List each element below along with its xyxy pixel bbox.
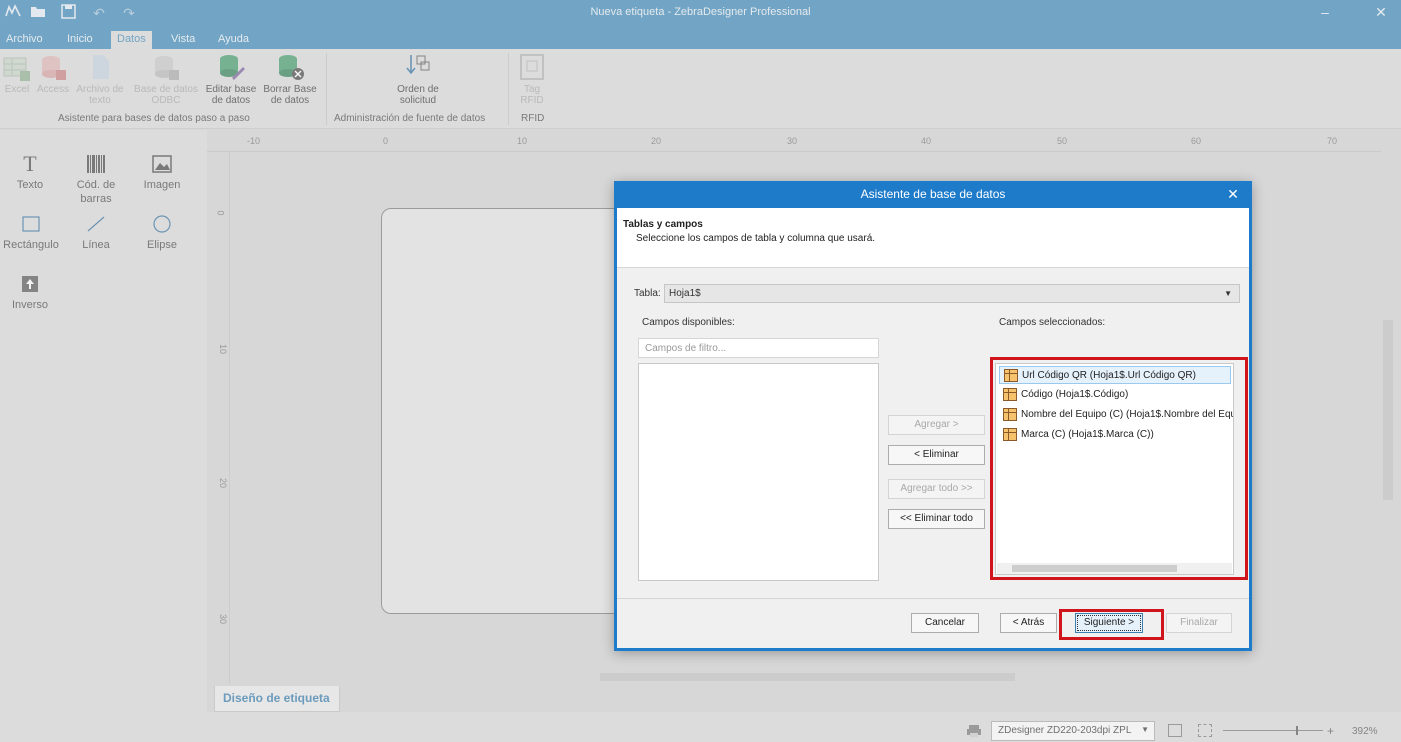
table-label: Tabla: — [634, 288, 661, 299]
dialog-footer-divider — [617, 598, 1249, 599]
step-subtitle: Seleccione los campos de tabla y columna… — [636, 233, 876, 244]
available-fields-label: Campos disponibles: — [642, 317, 735, 328]
finish-button[interactable]: Finalizar — [1166, 613, 1232, 633]
dialog-header: Tablas y campos Seleccione los campos de… — [617, 208, 1249, 268]
remove-button[interactable]: < Eliminar — [888, 445, 985, 465]
filter-fields-input[interactable]: Campos de filtro... — [638, 338, 879, 358]
selected-fields-label: Campos seleccionados: — [999, 317, 1106, 328]
dialog-title: Asistente de base de datos — [617, 181, 1249, 208]
cancel-button[interactable]: Cancelar — [911, 613, 979, 633]
table-select-value: Hoja1$ — [669, 288, 701, 299]
table-select[interactable]: Hoja1$ ▼ — [664, 284, 1240, 303]
dialog-close-button[interactable]: ✕ — [1223, 184, 1243, 204]
available-fields-list[interactable] — [638, 363, 879, 581]
add-button[interactable]: Agregar > — [888, 415, 985, 435]
back-button[interactable]: < Atrás — [1000, 613, 1057, 633]
add-all-button[interactable]: Agregar todo >> — [888, 479, 985, 499]
chevron-down-icon: ▼ — [1224, 289, 1232, 298]
highlight-box — [1059, 609, 1164, 640]
highlight-box — [990, 357, 1248, 580]
remove-all-button[interactable]: << Eliminar todo — [888, 509, 985, 529]
database-wizard-dialog: Asistente de base de datos ✕ Tablas y ca… — [614, 181, 1252, 651]
step-title: Tablas y campos — [623, 219, 703, 230]
